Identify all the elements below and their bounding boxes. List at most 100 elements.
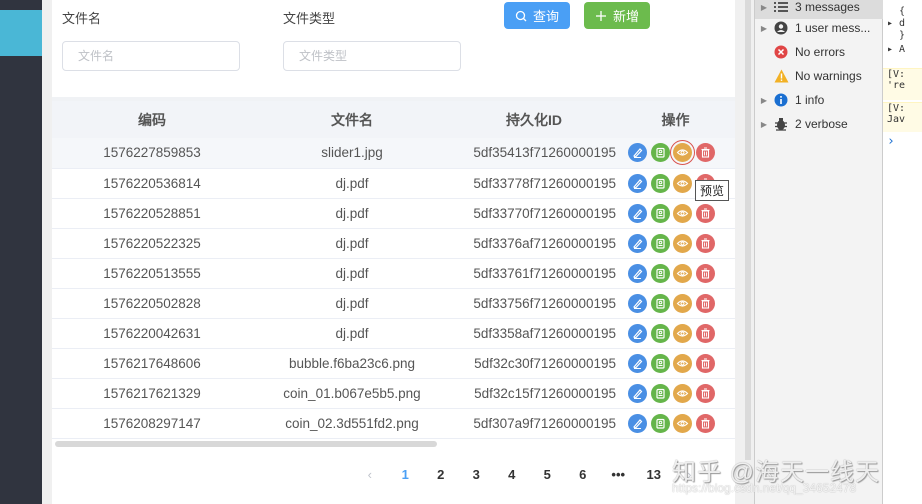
- table-row[interactable]: 1576217648606 bubble.f6ba23c6.png 5df32c30…: [52, 348, 735, 379]
- page-13[interactable]: 13: [636, 467, 672, 482]
- delete-button[interactable]: [695, 233, 715, 253]
- page-5[interactable]: 5: [530, 467, 566, 482]
- download-button[interactable]: [650, 263, 670, 283]
- preview-tooltip: 预览: [695, 180, 730, 201]
- download-button[interactable]: [650, 143, 670, 163]
- devtools-console: ▶ 3 messages ▶ 1 user mess... No errors No wa…: [754, 0, 922, 504]
- preview-button[interactable]: [673, 173, 692, 193]
- page-1[interactable]: 1: [388, 467, 424, 482]
- edit-button[interactable]: [628, 143, 647, 163]
- content-card: 文件名 文件类型 查询 新增: [52, 0, 735, 504]
- edit-button[interactable]: [628, 263, 647, 283]
- delete-button[interactable]: [695, 293, 715, 313]
- download-button[interactable]: [650, 353, 670, 373]
- console-filter-warning[interactable]: No warnings: [755, 64, 883, 88]
- add-button[interactable]: 新增: [584, 2, 650, 29]
- filename-input[interactable]: [62, 41, 240, 71]
- column-header-filename[interactable]: 文件名: [252, 101, 452, 138]
- download-button[interactable]: [650, 233, 670, 253]
- cell-persistent-id: 5df32c15f71260000195: [452, 378, 616, 409]
- page-6[interactable]: 6: [565, 467, 601, 482]
- table-row[interactable]: 1576217621329 coin_01.b067e5b5.png 5df32c1…: [52, 378, 735, 409]
- table-row[interactable]: 1576220502828 dj.pdf 5df33756f71260000195: [52, 288, 735, 319]
- column-header-code[interactable]: 编码: [52, 101, 252, 138]
- edit-button[interactable]: [628, 173, 647, 193]
- preview-button[interactable]: [670, 140, 695, 166]
- edit-button[interactable]: [628, 413, 647, 433]
- delete-button[interactable]: [695, 353, 715, 373]
- console-filter-label: No errors: [795, 45, 846, 59]
- delete-button[interactable]: [695, 413, 715, 433]
- vertical-scrollbar[interactable]: [745, 0, 751, 460]
- console-filter-info[interactable]: ▶ 1 info: [755, 88, 883, 112]
- table-row[interactable]: 1576208297147 coin_02.3d551fd2.png 5df307a…: [52, 408, 735, 439]
- preview-button[interactable]: [673, 323, 692, 343]
- table-row[interactable]: 1576220522325 dj.pdf 5df3376af71260000195: [52, 228, 735, 259]
- delete-button[interactable]: [695, 143, 715, 163]
- table-row[interactable]: 1576220042631 dj.pdf 5df3358af71260000195: [52, 318, 735, 349]
- cell-code: 1576220513555: [52, 258, 252, 289]
- console-filter-bug[interactable]: ▶ 2 verbose: [755, 112, 883, 136]
- download-button[interactable]: [650, 203, 670, 223]
- expand-arrow-icon[interactable]: ▶: [755, 120, 773, 129]
- table-row[interactable]: 1576220536814 dj.pdf 5df33778f71260000195: [52, 168, 735, 199]
- column-header-persistent-id[interactable]: 持久化ID: [452, 101, 616, 138]
- preview-button[interactable]: [673, 203, 692, 223]
- delete-button[interactable]: [695, 323, 715, 343]
- page-3[interactable]: 3: [459, 467, 495, 482]
- query-button[interactable]: 查询: [504, 2, 570, 29]
- sidebar-active-item[interactable]: [0, 10, 42, 56]
- expand-arrow-icon[interactable]: ▶: [755, 96, 773, 105]
- delete-button[interactable]: [695, 383, 715, 403]
- page-4[interactable]: 4: [494, 467, 530, 482]
- console-filter-label: No warnings: [795, 69, 862, 83]
- edit-button[interactable]: [628, 233, 647, 253]
- cell-filename: dj.pdf: [252, 228, 452, 259]
- filetype-input[interactable]: [283, 41, 461, 71]
- delete-button[interactable]: [695, 203, 715, 223]
- console-filter-label: 2 verbose: [795, 117, 848, 131]
- edit-button[interactable]: [628, 353, 647, 373]
- console-filter-user[interactable]: ▶ 1 user mess...: [755, 16, 883, 40]
- preview-button[interactable]: [673, 353, 692, 373]
- preview-button[interactable]: [673, 263, 692, 283]
- download-button[interactable]: [650, 413, 670, 433]
- preview-button[interactable]: [673, 383, 692, 403]
- edit-button[interactable]: [628, 203, 647, 223]
- expand-arrow-icon[interactable]: ▶: [755, 24, 773, 33]
- edit-button[interactable]: [628, 383, 647, 403]
- trash-icon: [701, 418, 709, 429]
- eye-icon: [676, 389, 689, 397]
- preview-button[interactable]: [673, 413, 692, 433]
- horizontal-scrollbar[interactable]: [55, 441, 437, 447]
- pagination-ellipsis[interactable]: •••: [601, 467, 637, 482]
- download-button[interactable]: [650, 293, 670, 313]
- watermark-url: https://blog.csdn.net/qq_34652478: [672, 481, 857, 495]
- prev-page-button[interactable]: ‹: [352, 467, 388, 482]
- edit-button[interactable]: [628, 293, 647, 313]
- download-button[interactable]: [650, 323, 670, 343]
- screen: 文件名 文件类型 查询 新增: [0, 0, 922, 504]
- page-2[interactable]: 2: [423, 467, 459, 482]
- edit-button[interactable]: [628, 323, 647, 343]
- edit-icon: [633, 178, 643, 189]
- table-row[interactable]: 1576227859853 slider1.jpg 5df35413f7126000…: [52, 138, 735, 169]
- query-label: 查询: [532, 9, 559, 24]
- search-icon: [515, 10, 527, 21]
- cell-code: 1576208297147: [52, 408, 252, 439]
- cell-filename: dj.pdf: [252, 198, 452, 229]
- console-filter-error[interactable]: No errors: [755, 40, 883, 64]
- table-row[interactable]: 1576220528851 dj.pdf 5df33770f71260000195: [52, 198, 735, 229]
- download-button[interactable]: [650, 173, 670, 193]
- delete-button[interactable]: [695, 263, 715, 283]
- list-icon: [773, 0, 789, 15]
- table-row[interactable]: 1576220513555 dj.pdf 5df33761f71260000195: [52, 258, 735, 289]
- preview-button[interactable]: [673, 233, 692, 253]
- download-icon: [655, 298, 665, 309]
- trash-icon: [701, 147, 709, 158]
- console-prompt[interactable]: ›: [883, 136, 922, 159]
- preview-button[interactable]: [673, 293, 692, 313]
- expand-arrow-icon[interactable]: ▶: [755, 3, 773, 12]
- download-button[interactable]: [650, 383, 670, 403]
- console-filter-label: 1 user mess...: [795, 21, 871, 35]
